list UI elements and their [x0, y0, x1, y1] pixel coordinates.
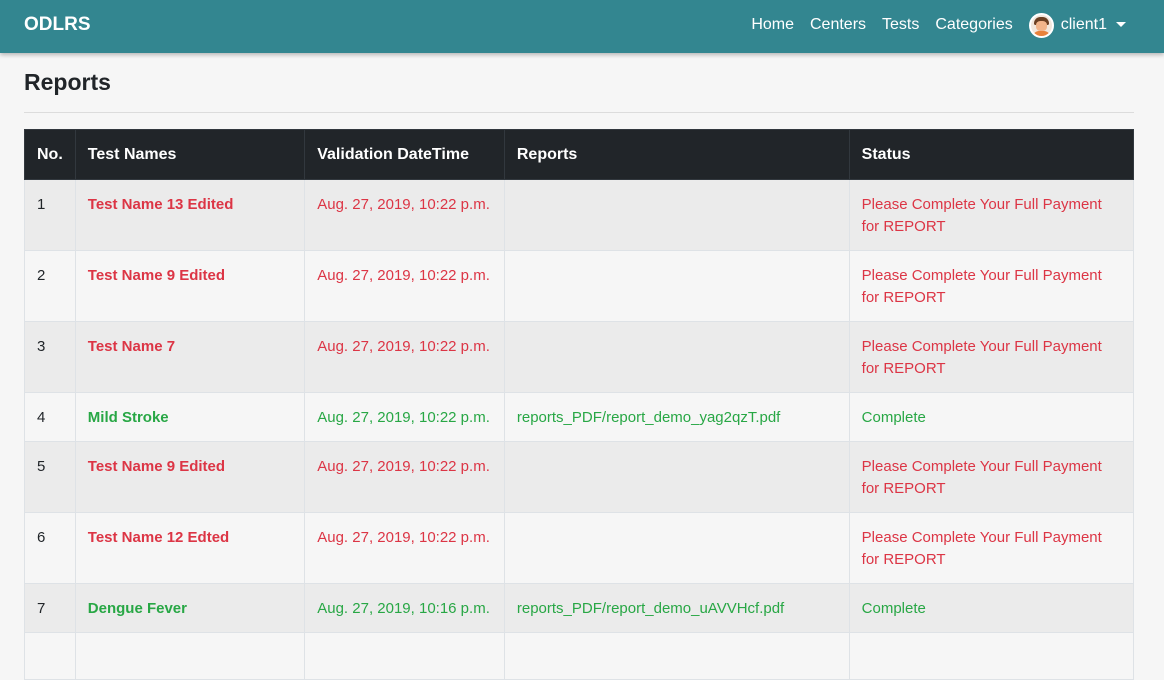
- test-name-link[interactable]: Dengue Fever: [88, 600, 187, 617]
- report-cell: [503, 321, 850, 393]
- table-row: [24, 632, 1135, 680]
- table-row: 5 Test Name 9 Edited Aug. 27, 2019, 10:2…: [24, 441, 1135, 513]
- top-navbar: ODLRS Home Centers Tests Categories clie…: [0, 0, 1164, 53]
- status-text: Please Complete Your Full Payment for RE…: [848, 321, 1135, 393]
- test-name-link[interactable]: Mild Stroke: [88, 409, 169, 426]
- nav-links: Home Centers Tests Categories client1: [735, 0, 1126, 50]
- header-validation-datetime: Validation DateTime: [304, 129, 505, 180]
- row-no: 5: [24, 441, 76, 513]
- status-text: Complete: [848, 583, 1135, 633]
- brand-logo[interactable]: ODLRS: [24, 14, 91, 36]
- validation-datetime: Aug. 27, 2019, 10:16 p.m.: [304, 583, 505, 633]
- report-cell: [503, 250, 850, 322]
- user-name: client1: [1060, 16, 1107, 33]
- chevron-down-icon: [1116, 21, 1126, 27]
- header-reports: Reports: [503, 129, 850, 180]
- reports-table: No. Test Names Validation DateTime Repor…: [24, 129, 1135, 680]
- status-text: Please Complete Your Full Payment for RE…: [848, 441, 1135, 513]
- test-name-link[interactable]: Test Name 9 Edited: [88, 458, 225, 475]
- user-menu-toggle[interactable]: client1: [1028, 12, 1126, 38]
- table-header-row: No. Test Names Validation DateTime Repor…: [24, 129, 1135, 180]
- test-name-link[interactable]: Test Name 12 Edted: [88, 529, 229, 546]
- validation-datetime: Aug. 27, 2019, 10:22 p.m.: [304, 321, 505, 393]
- table-row: 7 Dengue Fever Aug. 27, 2019, 10:16 p.m.…: [24, 583, 1135, 633]
- status-text: Please Complete Your Full Payment for RE…: [848, 179, 1135, 251]
- nav-centers[interactable]: Centers: [810, 16, 866, 34]
- table-row: 2 Test Name 9 Edited Aug. 27, 2019, 10:2…: [24, 250, 1135, 322]
- validation-datetime: Aug. 27, 2019, 10:22 p.m.: [304, 250, 505, 322]
- status-text: Please Complete Your Full Payment for RE…: [848, 250, 1135, 322]
- avatar: [1028, 12, 1054, 38]
- row-no: 1: [24, 179, 76, 251]
- report-file-link[interactable]: reports_PDF/report_demo_yag2qzT.pdf: [517, 409, 780, 426]
- row-no: 7: [24, 583, 76, 633]
- report-cell: [503, 441, 850, 513]
- row-no: 6: [24, 512, 76, 584]
- nav-tests[interactable]: Tests: [882, 16, 919, 34]
- validation-datetime: Aug. 27, 2019, 10:22 p.m.: [304, 179, 505, 251]
- test-name-link[interactable]: Test Name 9 Edited: [88, 267, 225, 284]
- header-status: Status: [848, 129, 1135, 180]
- nav-home[interactable]: Home: [751, 16, 794, 34]
- validation-datetime: Aug. 27, 2019, 10:22 p.m.: [304, 512, 505, 584]
- status-text: Please Complete Your Full Payment for RE…: [848, 512, 1135, 584]
- header-test-names: Test Names: [74, 129, 306, 180]
- row-no: 2: [24, 250, 76, 322]
- test-name-link[interactable]: Test Name 13 Edited: [88, 196, 234, 213]
- validation-datetime: Aug. 27, 2019, 10:22 p.m.: [304, 392, 505, 442]
- header-no: No.: [24, 129, 76, 180]
- nav-categories[interactable]: Categories: [935, 16, 1012, 34]
- table-row: 4 Mild Stroke Aug. 27, 2019, 10:22 p.m. …: [24, 392, 1135, 442]
- page-title: Reports: [24, 69, 111, 95]
- report-cell: [503, 179, 850, 251]
- table-row: 6 Test Name 12 Edted Aug. 27, 2019, 10:2…: [24, 512, 1135, 584]
- title-divider: [24, 112, 1134, 113]
- table-row: 3 Test Name 7 Aug. 27, 2019, 10:22 p.m. …: [24, 321, 1135, 393]
- row-no: 3: [24, 321, 76, 393]
- table-row: 1 Test Name 13 Edited Aug. 27, 2019, 10:…: [24, 179, 1135, 251]
- test-name-link[interactable]: Test Name 7: [88, 338, 175, 355]
- report-file-link[interactable]: reports_PDF/report_demo_uAVVHcf.pdf: [517, 600, 784, 617]
- status-text: Complete: [848, 392, 1135, 442]
- validation-datetime: Aug. 27, 2019, 10:22 p.m.: [304, 441, 505, 513]
- row-no: 4: [24, 392, 76, 442]
- report-cell: [503, 512, 850, 584]
